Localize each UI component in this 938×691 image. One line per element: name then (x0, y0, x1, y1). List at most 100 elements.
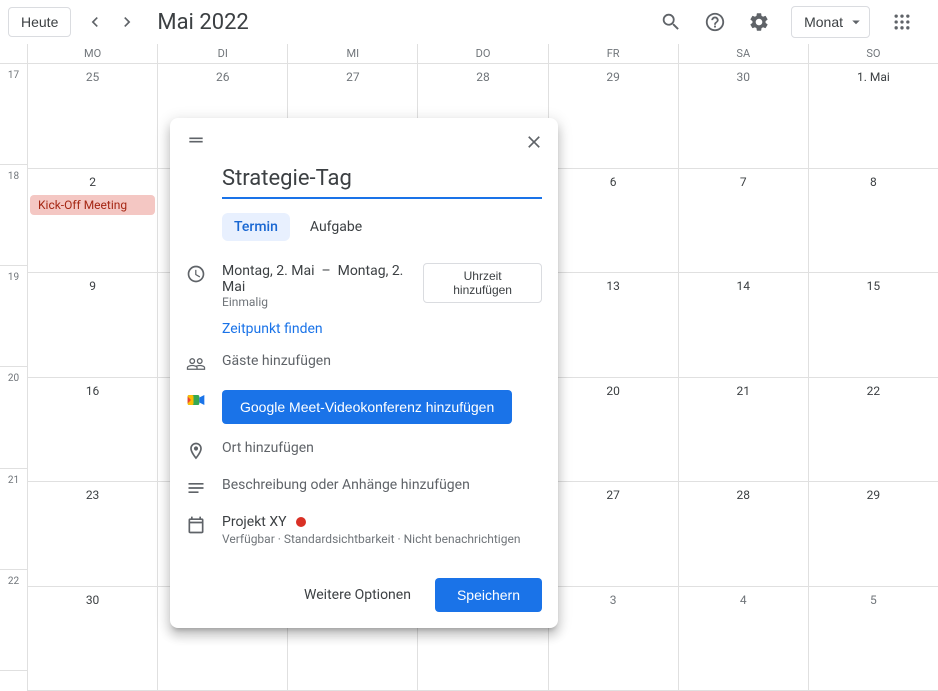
view-label: Monat (804, 14, 843, 30)
more-options-button[interactable]: Weitere Optionen (292, 579, 423, 611)
weekday-header: MI (288, 44, 418, 63)
search-button[interactable] (651, 2, 691, 42)
day-number: 5 (809, 587, 938, 607)
day-cell[interactable]: 29 (809, 482, 938, 586)
add-location-field[interactable]: Ort hinzufügen (222, 440, 542, 456)
close-icon (524, 132, 544, 152)
day-number: 3 (549, 587, 678, 607)
day-cell[interactable]: 14 (679, 273, 809, 377)
day-cell[interactable]: 5 (809, 587, 938, 691)
day-cell[interactable]: 22 (809, 378, 938, 482)
day-cell[interactable]: 15 (809, 273, 938, 377)
day-number: 28 (418, 64, 547, 84)
calendar-color-dot (296, 517, 306, 527)
day-cell[interactable]: 23 (28, 482, 158, 586)
close-button[interactable] (518, 126, 550, 158)
day-number: 9 (28, 273, 157, 293)
nav-arrows (79, 6, 143, 38)
location-icon (186, 441, 206, 461)
week-number: 22 (0, 570, 27, 671)
weekday-header: DI (158, 44, 288, 63)
add-guests-field[interactable]: Gäste hinzufügen (222, 353, 542, 369)
day-number: 21 (679, 378, 808, 398)
day-cell[interactable]: 27 (549, 482, 679, 586)
today-button[interactable]: Heute (8, 7, 71, 37)
day-cell[interactable]: 6 (549, 169, 679, 273)
save-button[interactable]: Speichern (435, 578, 542, 612)
view-switcher[interactable]: Monat (791, 6, 870, 38)
search-icon (660, 11, 682, 33)
day-cell[interactable]: 4 (679, 587, 809, 691)
day-cell[interactable]: 20 (549, 378, 679, 482)
weekday-header: SA (679, 44, 809, 63)
add-description-field[interactable]: Beschreibung oder Anhänge hinzufügen (222, 477, 542, 493)
prev-month-button[interactable] (79, 6, 111, 38)
day-number: 4 (679, 587, 808, 607)
google-apps-button[interactable] (882, 2, 922, 42)
week-number: 18 (0, 165, 27, 266)
description-icon (186, 478, 206, 498)
day-number: 15 (809, 273, 938, 293)
day-number: 6 (549, 169, 678, 189)
help-button[interactable] (695, 2, 735, 42)
add-meet-button[interactable]: Google Meet-Videokonferenz hinzufügen (222, 390, 512, 424)
calendar-name: Projekt XY (222, 514, 287, 530)
day-cell[interactable]: 30 (28, 587, 158, 691)
day-number: 14 (679, 273, 808, 293)
next-month-button[interactable] (111, 6, 143, 38)
add-time-button[interactable]: Uhrzeit hinzufügen (423, 263, 542, 303)
tab-task[interactable]: Aufgabe (298, 213, 374, 241)
day-number: 22 (809, 378, 938, 398)
day-number: 29 (809, 482, 938, 502)
gear-icon (748, 11, 770, 33)
day-number: 28 (679, 482, 808, 502)
find-time-link[interactable]: Zeitpunkt finden (222, 321, 542, 337)
weekday-header: FR (549, 44, 679, 63)
day-number: 23 (28, 482, 157, 502)
day-cell[interactable]: 30 (679, 64, 809, 168)
day-number: 30 (28, 587, 157, 607)
tab-event[interactable]: Termin (222, 213, 290, 241)
month-title: Mai 2022 (157, 10, 248, 35)
day-cell[interactable]: 25 (28, 64, 158, 168)
day-cell[interactable]: 29 (549, 64, 679, 168)
recurrence-label[interactable]: Einmalig (222, 295, 423, 309)
chevron-left-icon (85, 12, 105, 32)
create-event-dialog: Termin Aufgabe Montag, 2. Mai – Montag, … (170, 118, 558, 628)
google-meet-icon (186, 390, 206, 410)
dropdown-icon (847, 13, 865, 31)
weekday-header-row: MODIMIDOFRSASO (28, 44, 938, 64)
day-cell[interactable]: 2Kick-Off Meeting (28, 169, 158, 273)
header-actions: Monat (651, 2, 938, 42)
day-cell[interactable]: 1. Mai (809, 64, 938, 168)
day-cell[interactable]: 8 (809, 169, 938, 273)
day-cell[interactable]: 13 (549, 273, 679, 377)
day-number: 1. Mai (809, 64, 938, 84)
clock-icon (186, 264, 206, 284)
day-cell[interactable]: 21 (679, 378, 809, 482)
day-cell[interactable]: 3 (549, 587, 679, 691)
drag-handle-icon[interactable] (186, 130, 206, 154)
date-start[interactable]: Montag, 2. Mai (222, 263, 315, 279)
day-number: 26 (158, 64, 287, 84)
day-number: 16 (28, 378, 157, 398)
calendar-icon (186, 515, 206, 535)
week-number-column: 171819202122 (0, 44, 28, 691)
event-chip[interactable]: Kick-Off Meeting (30, 195, 155, 215)
weekday-header: MO (28, 44, 158, 63)
day-cell[interactable]: 7 (679, 169, 809, 273)
event-title-input[interactable] (222, 162, 542, 199)
profile-avatar[interactable] (926, 2, 938, 42)
week-number: 19 (0, 266, 27, 367)
day-number: 20 (549, 378, 678, 398)
app-header: Heute Mai 2022 Monat (0, 0, 938, 44)
day-cell[interactable]: 9 (28, 273, 158, 377)
settings-button[interactable] (739, 2, 779, 42)
week-number: 20 (0, 367, 27, 468)
day-cell[interactable]: 28 (679, 482, 809, 586)
weekday-header: DO (418, 44, 548, 63)
day-cell[interactable]: 16 (28, 378, 158, 482)
chevron-right-icon (117, 12, 137, 32)
calendar-meta: Verfügbar · Standardsichtbarkeit · Nicht… (222, 532, 542, 546)
calendar-selector[interactable]: Projekt XY Verfügbar · Standardsichtbark… (222, 514, 542, 546)
